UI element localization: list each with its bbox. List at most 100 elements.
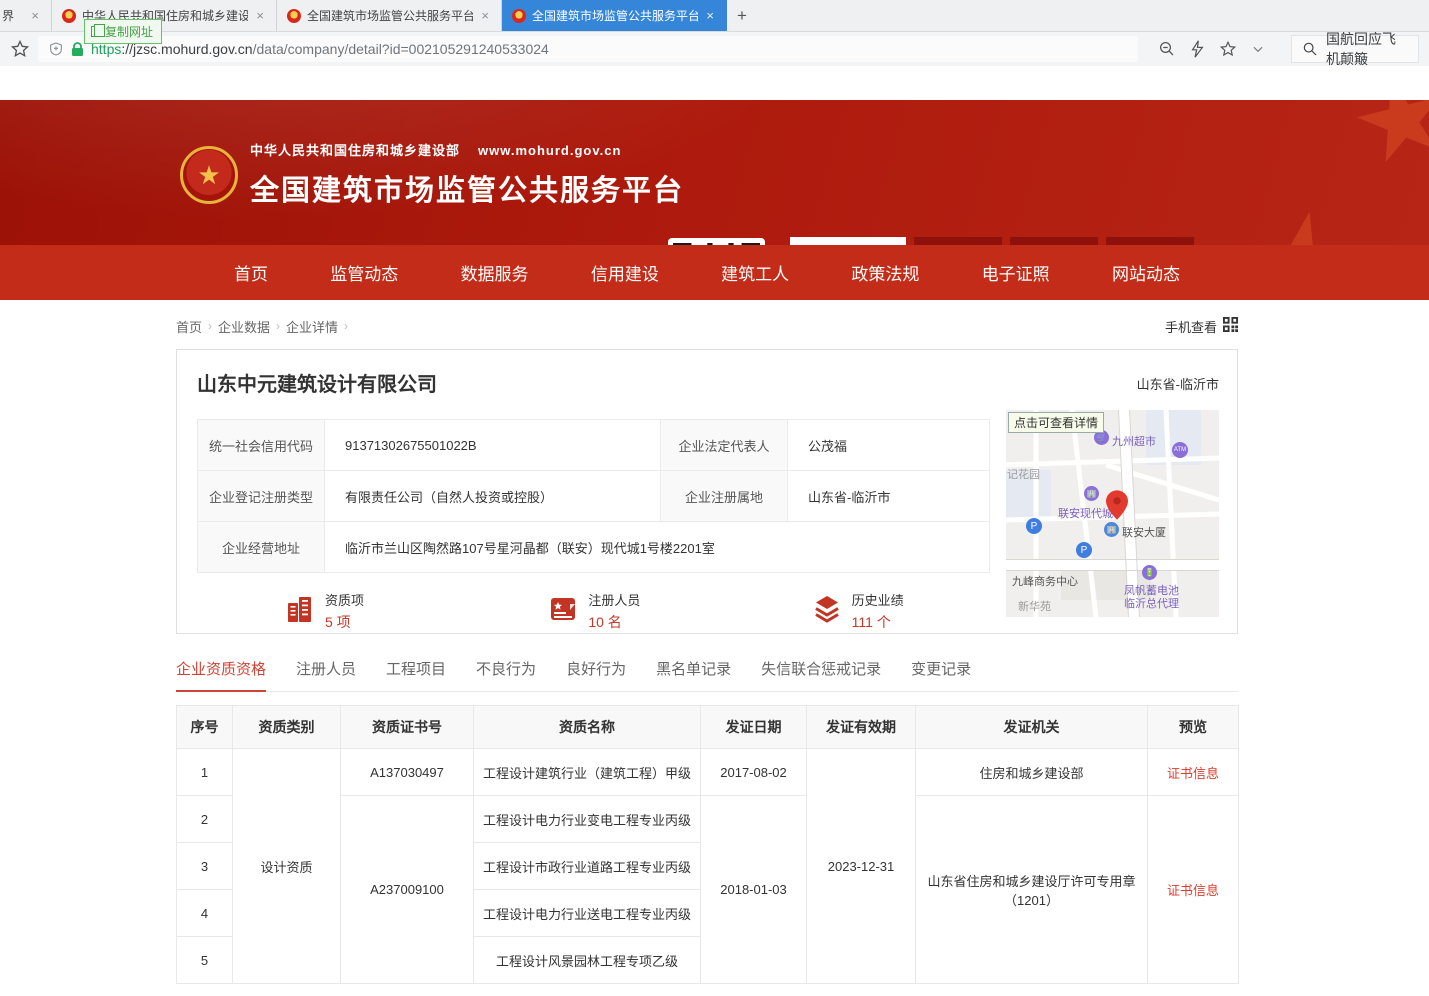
search-tab-enterprise[interactable]: 建设工程企业 <box>790 237 906 245</box>
breadcrumb-company-data[interactable]: 企业数据 <box>218 317 270 336</box>
cell-cert-no: A237009100 <box>341 796 474 984</box>
site-brand[interactable]: ★ 中华人民共和国住房和城乡建设部 www.mohurd.gov.cn 全国建筑… <box>180 140 684 209</box>
tab-close-icon[interactable]: × <box>29 8 41 23</box>
cell-no: 1 <box>177 749 233 796</box>
cell-preview: 证书信息 <box>1148 796 1239 984</box>
cell-issue-date: 2018-01-03 <box>701 796 807 984</box>
location-map[interactable]: 点击可查看详情 🛒 九州超市 ATM 记花园 🏢 联安现代城 🏢 联安大厦 P … <box>1006 410 1219 617</box>
copy-url-tooltip: 复制网址 <box>84 19 162 44</box>
stat-label: 注册人员 <box>588 590 640 609</box>
page-top-gap <box>0 66 1429 100</box>
qr-code-icon <box>1223 317 1238 335</box>
legal-representative-value: 公茂福 <box>788 420 990 471</box>
company-region: 山东省-临沂市 <box>1137 374 1219 393</box>
id-card-star-icon <box>548 594 578 629</box>
credit-code-value: 91371302675501022B <box>325 420 661 471</box>
bookmark-star-icon[interactable] <box>10 39 30 59</box>
certificate-info-link[interactable]: 证书信息 <box>1167 766 1219 781</box>
map-parking-icon: P <box>1026 518 1042 534</box>
search-tab-credit[interactable]: 诚信记录 <box>1106 237 1194 245</box>
cell-no: 3 <box>177 843 233 890</box>
header-search: 建设工程企业 从业人员 建设项目 诚信记录 请输入关键词，例如企业名称、统一社会… <box>790 237 1238 245</box>
col-header-no: 序号 <box>177 706 233 749</box>
url-field[interactable]: https://jzsc.mohurd.gov.cn/data/company/… <box>38 36 1138 62</box>
nav-item-workers[interactable]: 建筑工人 <box>721 260 789 285</box>
registration-type-value: 有限责任公司（自然人投资或控股） <box>325 471 661 522</box>
tab-close-icon[interactable]: × <box>479 8 491 23</box>
cell-issue-date: 2017-08-02 <box>701 749 807 796</box>
zoom-out-icon[interactable] <box>1158 40 1176 58</box>
authority-line2: （1201） <box>920 890 1143 909</box>
stat-value: 111 个 <box>852 612 904 632</box>
nav-item-supervision[interactable]: 监管动态 <box>330 260 398 285</box>
tab-registered-personnel[interactable]: 注册人员 <box>296 658 356 691</box>
tab-close-icon[interactable]: × <box>704 8 716 23</box>
mobile-view-link[interactable]: 手机查看 <box>1165 317 1238 336</box>
nav-item-site-news[interactable]: 网站动态 <box>1112 260 1180 285</box>
map-red-pin <box>1106 490 1128 525</box>
stat-qualifications[interactable]: 资质项 5 项 <box>197 590 460 632</box>
col-header-issue-date: 发证日期 <box>701 706 807 749</box>
search-tab-projects[interactable]: 建设项目 <box>1010 237 1098 245</box>
breadcrumb-company-detail[interactable]: 企业详情 <box>286 317 338 336</box>
nav-item-data-service[interactable]: 数据服务 <box>461 260 529 285</box>
main-navigation: 首页 监管动态 数据服务 信用建设 建筑工人 政策法规 电子证照 网站动态 <box>0 245 1429 300</box>
tab-good-behavior[interactable]: 良好行为 <box>566 658 626 691</box>
stat-registered-personnel[interactable]: 注册人员 10 名 <box>460 590 723 632</box>
copy-icon <box>91 26 100 37</box>
company-name: 山东中元建筑设计有限公司 <box>197 368 1219 397</box>
breadcrumb-home[interactable]: 首页 <box>176 317 202 336</box>
nav-item-policy[interactable]: 政策法规 <box>851 260 919 285</box>
cell-qual-name: 工程设计市政行业道路工程专业丙级 <box>474 843 701 890</box>
browser-quick-search[interactable]: 国航回应飞机颠簸 <box>1291 35 1419 63</box>
certificate-info-link[interactable]: 证书信息 <box>1167 883 1219 898</box>
copy-url-tooltip-label: 复制网址 <box>105 23 153 40</box>
tab-blacklist[interactable]: 黑名单记录 <box>656 658 731 691</box>
cell-no: 2 <box>177 796 233 843</box>
info-label: 企业注册属地 <box>661 471 788 522</box>
table-header-row: 序号 资质类别 资质证书号 资质名称 发证日期 发证有效期 发证机关 预览 <box>177 706 1239 749</box>
chevron-down-icon[interactable] <box>1251 42 1265 56</box>
shield-icon[interactable] <box>48 41 64 57</box>
nav-item-credit[interactable]: 信用建设 <box>591 260 659 285</box>
nav-item-certificates[interactable]: 电子证照 <box>982 260 1050 285</box>
map-poi-linyi-agent: 临沂总代理 <box>1124 595 1179 611</box>
layers-icon <box>812 594 842 629</box>
browser-tab-bar: 界 × 中华人民共和国住房和城乡建设 × 全国建筑市场监管公共服务平台 × 全国… <box>0 0 1429 32</box>
tab-title: 界 <box>2 7 23 24</box>
favorite-star-icon[interactable] <box>1219 40 1237 58</box>
browser-tab-jzsc-active[interactable]: 全国建筑市场监管公共服务平台 × <box>502 0 727 31</box>
browser-tab-partial[interactable]: 界 × <box>0 0 52 31</box>
tab-qualifications[interactable]: 企业资质资格 <box>176 658 266 692</box>
cell-validity: 2023-12-31 <box>807 749 916 984</box>
ministry-url: www.mohurd.gov.cn <box>478 143 621 158</box>
search-category-tabs: 建设工程企业 从业人员 建设项目 诚信记录 <box>790 237 1238 245</box>
browser-tab-jzsc-1[interactable]: 全国建筑市场监管公共服务平台 × <box>277 0 502 31</box>
registration-region-value: 山东省-临沂市 <box>788 471 990 522</box>
cell-authority: 山东省住房和城乡建设厅许可专用章 （1201） <box>916 796 1148 984</box>
cell-cert-no: A137030497 <box>341 749 474 796</box>
nav-item-home[interactable]: 首页 <box>234 260 268 285</box>
tab-dishonesty-records[interactable]: 失信联合惩戒记录 <box>761 658 881 691</box>
stat-historical-performance[interactable]: 历史业绩 111 个 <box>724 590 987 632</box>
col-header-preview: 预览 <box>1148 706 1239 749</box>
search-tab-personnel[interactable]: 从业人员 <box>914 237 1002 245</box>
quick-search-text: 国航回应飞机颠簸 <box>1326 29 1408 69</box>
tab-close-icon[interactable]: × <box>254 8 266 23</box>
map-parking-icon: P <box>1076 542 1092 558</box>
lightning-icon[interactable] <box>1190 40 1205 58</box>
company-stats: 资质项 5 项 注册人员 10 名 <box>197 590 987 632</box>
tab-projects[interactable]: 工程项目 <box>386 658 446 691</box>
tab-bad-behavior[interactable]: 不良行为 <box>476 658 536 691</box>
cell-qual-name: 工程设计电力行业变电工程专业丙级 <box>474 796 701 843</box>
mobile-view-label: 手机查看 <box>1165 317 1217 336</box>
tab-change-records[interactable]: 变更记录 <box>911 658 971 691</box>
national-emblem-icon: ★ <box>180 146 238 204</box>
info-label: 企业登记注册类型 <box>198 471 325 522</box>
emblem-favicon-icon <box>287 9 301 23</box>
browser-window: 界 × 中华人民共和国住房和城乡建设 × 全国建筑市场监管公共服务平台 × 全国… <box>0 0 1429 996</box>
cell-preview: 证书信息 <box>1148 749 1239 796</box>
col-header-category: 资质类别 <box>233 706 341 749</box>
new-tab-button[interactable]: + <box>727 0 757 31</box>
map-poi-garden: 记花园 <box>1007 466 1040 482</box>
